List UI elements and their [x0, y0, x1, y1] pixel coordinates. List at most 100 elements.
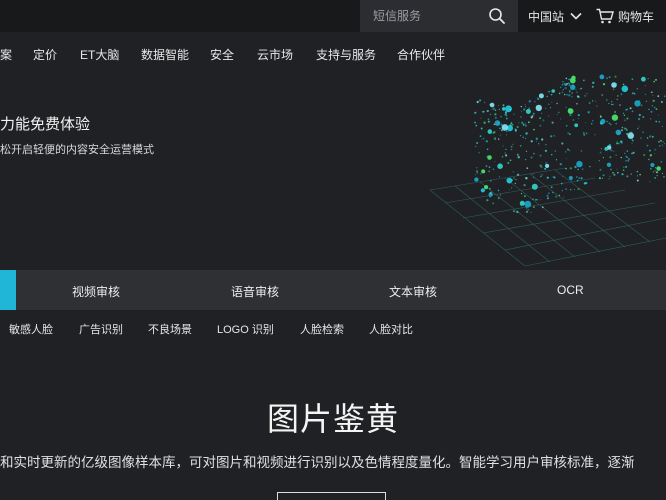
- point-cloud-dot: [569, 133, 571, 136]
- cta-button[interactable]: [277, 492, 386, 500]
- subtab-logo-recognition[interactable]: LOGO 识别: [217, 321, 274, 337]
- point-cloud-dot: [596, 105, 598, 107]
- point-cloud-dot: [626, 117, 629, 120]
- subtab-face-compare[interactable]: 人脸对比: [369, 321, 413, 337]
- point-cloud-dot: [611, 103, 613, 106]
- point-cloud-dot: [640, 137, 642, 139]
- point-cloud-dot: [569, 114, 572, 117]
- point-cloud-dot: [600, 148, 603, 150]
- point-cloud-dot: [613, 150, 615, 152]
- point-cloud-dot: [541, 174, 543, 176]
- point-cloud-dot: [599, 115, 602, 118]
- point-cloud-dot: [616, 98, 618, 101]
- point-cloud-dot: [610, 168, 612, 171]
- tab-ocr[interactable]: OCR: [557, 283, 584, 297]
- point-cloud-dot: [552, 191, 554, 194]
- point-cloud-dot: [474, 177, 479, 182]
- point-cloud-dot: [545, 107, 547, 109]
- point-cloud-dot: [626, 108, 629, 110]
- nav-item-marketplace[interactable]: 云市场: [257, 46, 293, 63]
- point-cloud-dot: [576, 102, 578, 105]
- point-cloud-dot: [644, 93, 646, 95]
- tab-video-review[interactable]: 视频审核: [72, 283, 120, 300]
- point-cloud-dot: [621, 142, 623, 145]
- tab-active-indicator[interactable]: [0, 270, 16, 310]
- nav-item-support[interactable]: 支持与服务: [316, 46, 376, 63]
- nav-item-solutions[interactable]: 案: [0, 46, 12, 63]
- point-cloud-dot: [564, 87, 567, 90]
- point-cloud-dot: [614, 75, 617, 78]
- point-cloud-dot: [567, 148, 569, 151]
- point-cloud-dot: [631, 152, 633, 155]
- point-cloud-dot: [636, 88, 638, 90]
- point-cloud-dot: [480, 117, 482, 119]
- point-cloud-dot: [616, 140, 618, 142]
- cart-button[interactable]: 购物车: [596, 0, 654, 32]
- point-cloud-dot: [651, 105, 653, 107]
- nav-item-et-brain[interactable]: ET大脑: [80, 46, 119, 63]
- point-cloud-dot: [574, 165, 577, 169]
- point-cloud-dot: [565, 167, 567, 170]
- point-cloud-dot: [568, 82, 570, 85]
- point-cloud-dot: [551, 89, 555, 93]
- point-cloud-dot: [656, 166, 661, 171]
- point-cloud-dot: [580, 177, 583, 180]
- search-input[interactable]: [360, 9, 480, 23]
- nav-item-data-intelligence[interactable]: 数据智能: [141, 46, 189, 63]
- nav-item-pricing[interactable]: 定价: [33, 46, 57, 63]
- hero-subtitle: 松开启轻便的内容安全运营模式: [0, 144, 154, 156]
- point-cloud-dot: [561, 83, 564, 86]
- point-cloud-dot: [583, 79, 585, 82]
- point-cloud-dot: [499, 127, 501, 130]
- point-cloud-dot: [610, 149, 613, 152]
- point-cloud-dot: [563, 93, 566, 96]
- point-cloud-dot: [542, 119, 545, 122]
- subtab-ad-recognition[interactable]: 广告识别: [79, 321, 123, 337]
- point-cloud-dot: [516, 210, 519, 214]
- point-cloud-dot: [499, 176, 501, 178]
- point-cloud-dot: [568, 78, 570, 81]
- point-cloud-dot: [487, 118, 490, 121]
- point-cloud-dot: [550, 93, 553, 96]
- point-cloud-dot: [513, 113, 515, 115]
- tab-audio-review[interactable]: 语音审核: [231, 283, 279, 300]
- top-bar: 中国站 购物车: [0, 0, 666, 32]
- subtab-face-search[interactable]: 人脸检索: [300, 321, 344, 337]
- point-cloud-dot: [475, 145, 477, 147]
- point-cloud-dot: [631, 92, 634, 95]
- region-selector[interactable]: 中国站: [528, 0, 582, 32]
- nav-item-partners[interactable]: 合作伙伴: [397, 46, 445, 63]
- point-cloud-dot: [608, 178, 610, 180]
- point-cloud-dot: [487, 129, 493, 134]
- search-icon[interactable]: [488, 7, 506, 25]
- point-cloud-dot: [484, 185, 489, 190]
- point-cloud-dot: [551, 121, 554, 124]
- search-box[interactable]: [360, 0, 518, 32]
- point-cloud-dot: [492, 107, 495, 110]
- nav-item-security[interactable]: 安全: [210, 46, 234, 63]
- point-cloud-dot: [573, 188, 575, 191]
- point-cloud-dot: [648, 149, 651, 152]
- point-cloud-dot: [559, 118, 562, 120]
- point-cloud-dot: [612, 103, 614, 106]
- point-cloud-dot: [654, 170, 656, 172]
- section-title: 图片鉴黄: [266, 401, 399, 437]
- point-cloud-dot: [626, 150, 628, 152]
- point-cloud-dot: [476, 100, 479, 104]
- point-cloud-dot: [535, 104, 542, 112]
- point-cloud-dot: [582, 132, 585, 134]
- point-cloud-dot: [523, 184, 526, 187]
- subtab-bad-scene[interactable]: 不良场景: [148, 321, 192, 337]
- cart-icon: [596, 8, 614, 24]
- point-cloud-dot: [532, 173, 534, 175]
- point-cloud-dot: [521, 110, 523, 112]
- point-cloud-dot: [504, 111, 507, 114]
- point-cloud-dot: [483, 101, 486, 104]
- tab-text-review[interactable]: 文本审核: [389, 283, 437, 300]
- point-cloud-dot: [505, 130, 508, 133]
- point-cloud-dot: [486, 109, 489, 113]
- subtab-sensitive-face[interactable]: 敏感人脸: [9, 321, 53, 337]
- point-cloud-dot: [565, 188, 567, 190]
- point-cloud-dot: [474, 121, 476, 124]
- point-cloud-dot: [542, 206, 544, 208]
